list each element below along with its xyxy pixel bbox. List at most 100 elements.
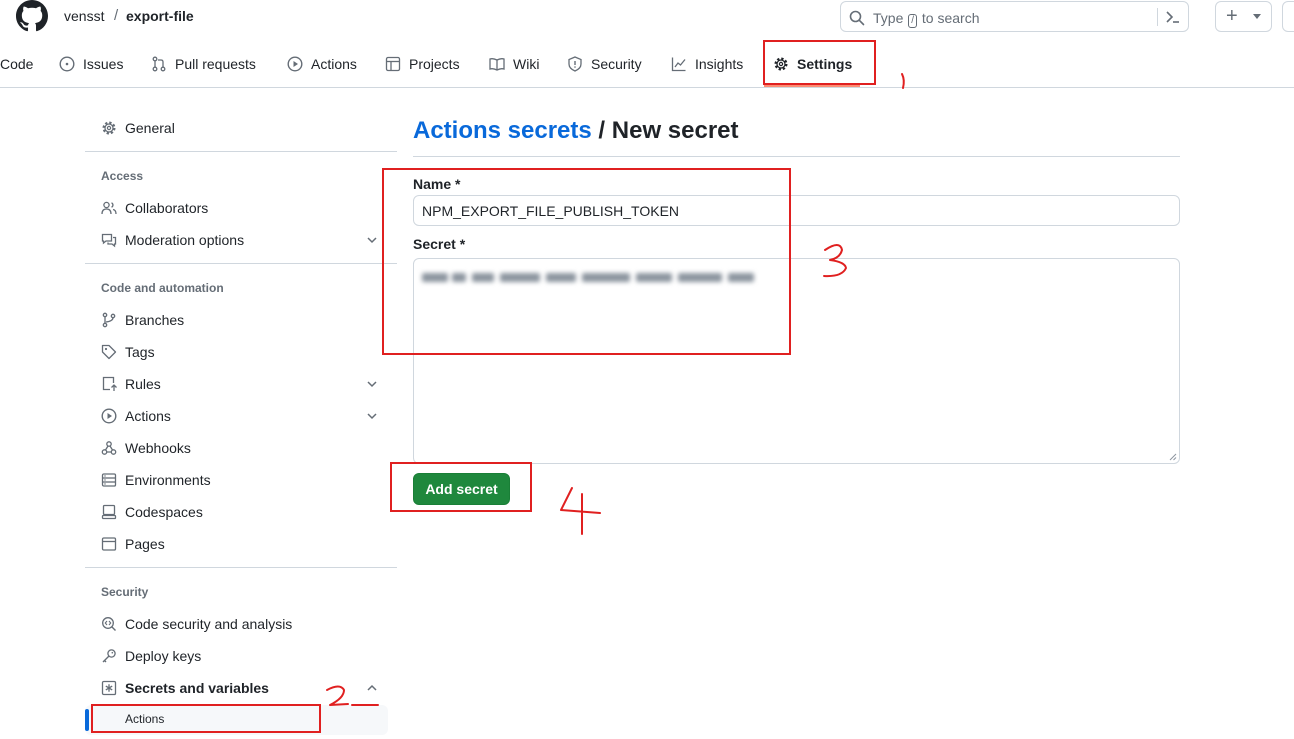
sidebar-divider — [85, 151, 397, 152]
selected-tab-indicator — [764, 85, 860, 87]
search-icon — [849, 10, 865, 26]
webhook-icon — [101, 441, 117, 455]
book-icon — [489, 58, 505, 71]
sidebar-item-tags[interactable]: Tags — [101, 342, 155, 362]
repo-link[interactable]: export-file — [126, 8, 194, 24]
tab-code-label: Code — [0, 56, 34, 72]
sidebar-item-environments[interactable]: Environments — [101, 470, 211, 490]
sidebar-item-actions[interactable]: Actions — [101, 406, 171, 426]
chevron-down-icon[interactable] — [366, 378, 378, 390]
command-palette-icon[interactable] — [1165, 9, 1181, 25]
sidebar-item-rules[interactable]: Rules — [101, 374, 161, 394]
issues-button[interactable] — [1282, 1, 1294, 32]
shield-icon — [568, 56, 582, 72]
sidebar-item-rules-label: Rules — [125, 376, 161, 392]
sidebar-item-webhooks[interactable]: Webhooks — [101, 438, 191, 458]
github-logo-icon[interactable] — [16, 0, 48, 32]
page-title: Actions secrets / New secret — [413, 117, 739, 145]
sidebar-heading-security: Security — [101, 585, 149, 599]
page-title-text: New secret — [611, 117, 739, 144]
sidebar-item-webhooks-label: Webhooks — [125, 440, 191, 456]
sidebar-item-general[interactable]: General — [101, 118, 175, 138]
sidebar-item-secrets-variables-label: Secrets and variables — [125, 680, 269, 696]
tab-issues-label: Issues — [83, 56, 124, 72]
codespaces-icon — [101, 504, 117, 520]
sidebar-item-moderation-label: Moderation options — [125, 232, 245, 248]
breadcrumb-separator: / — [114, 7, 119, 24]
sidebar-heading-automation: Code and automation — [101, 281, 224, 295]
tab-wiki-label: Wiki — [513, 56, 540, 72]
browser-icon — [101, 537, 117, 551]
people-icon — [101, 201, 117, 215]
git-branch-icon — [102, 312, 116, 328]
sidebar-item-code-security-label: Code security and analysis — [125, 616, 293, 632]
sidebar-item-pages[interactable]: Pages — [101, 534, 165, 554]
search-placeholder: Type / to search — [873, 10, 980, 28]
tab-insights[interactable]: Insights — [671, 51, 743, 77]
annotation-box-settings — [763, 40, 876, 85]
annotation-box-fields — [382, 168, 791, 355]
sidebar-item-code-security[interactable]: Code security and analysis — [101, 614, 292, 634]
tab-wiki[interactable]: Wiki — [489, 51, 539, 77]
sidebar-item-pages-label: Pages — [125, 536, 165, 552]
caret-down-icon — [1253, 14, 1261, 19]
sidebar-item-general-label: General — [125, 120, 175, 136]
tab-pull-requests[interactable]: Pull requests — [151, 51, 256, 77]
sidebar-item-tags-label: Tags — [125, 344, 155, 360]
tab-issues[interactable]: Issues — [59, 51, 123, 77]
search-input[interactable]: Type / to search — [840, 1, 1189, 32]
tab-insights-label: Insights — [695, 56, 744, 72]
tab-actions-label: Actions — [311, 56, 357, 72]
play-icon — [287, 56, 303, 72]
actions-secrets-link[interactable]: Actions secrets — [413, 117, 592, 144]
tab-security-label: Security — [591, 56, 642, 72]
plus-icon: + — [1226, 5, 1238, 27]
tab-pull-requests-label: Pull requests — [175, 56, 256, 72]
sidebar-item-secrets-variables[interactable]: Secrets and variables — [101, 678, 269, 698]
sidebar-divider — [85, 567, 397, 568]
search-text-before: Type — [873, 10, 904, 26]
chevron-up-icon[interactable] — [366, 682, 378, 694]
sidebar-item-moderation[interactable]: Moderation options — [101, 230, 244, 250]
sidebar-item-collaborators[interactable]: Collaborators — [101, 198, 208, 218]
issue-opened-icon — [59, 56, 75, 72]
sidebar-item-environments-label: Environments — [125, 472, 211, 488]
key-icon — [102, 649, 116, 663]
search-shortcut-key: / — [908, 14, 918, 28]
sidebar-divider — [85, 263, 397, 264]
tab-actions[interactable]: Actions — [287, 51, 357, 77]
codescan-icon — [102, 617, 116, 631]
create-new-button[interactable]: + — [1215, 1, 1272, 32]
search-text-after: to search — [921, 10, 980, 26]
sidebar-item-deploy-keys-label: Deploy keys — [125, 648, 202, 664]
sidebar-heading-access: Access — [101, 169, 144, 183]
play-icon — [101, 408, 117, 424]
asterisk-box-icon — [101, 680, 117, 696]
tab-code[interactable]: Code — [0, 51, 33, 77]
tab-security[interactable]: Security — [567, 51, 642, 77]
owner-link[interactable]: vensst — [64, 8, 104, 24]
sidebar-item-collaborators-label: Collaborators — [125, 200, 209, 216]
repo-push-icon — [102, 376, 117, 391]
graph-icon — [671, 57, 686, 72]
tab-projects[interactable]: Projects — [385, 51, 460, 77]
sidebar-item-codespaces[interactable]: Codespaces — [101, 502, 203, 522]
resize-handle-icon[interactable] — [1169, 453, 1177, 461]
sidebar-item-branches[interactable]: Branches — [101, 310, 184, 330]
gear-icon — [102, 121, 116, 135]
comment-discussion-icon — [101, 233, 117, 248]
chevron-down-icon[interactable] — [366, 410, 378, 422]
title-separator: / — [591, 117, 612, 144]
active-indicator — [85, 709, 89, 731]
chevron-down-icon[interactable] — [366, 234, 378, 246]
sidebar-item-branches-label: Branches — [125, 312, 185, 328]
heading-divider — [413, 156, 1180, 157]
annotation-box-add-button — [390, 462, 532, 512]
sidebar-item-deploy-keys[interactable]: Deploy keys — [101, 646, 201, 666]
repo-header: vensst / export-file Type / to search + … — [0, 0, 1294, 88]
tab-projects-label: Projects — [409, 56, 460, 72]
tag-icon — [101, 344, 117, 360]
annotation-step-4 — [560, 487, 601, 535]
git-pull-request-icon — [152, 56, 166, 72]
server-icon — [101, 473, 117, 487]
